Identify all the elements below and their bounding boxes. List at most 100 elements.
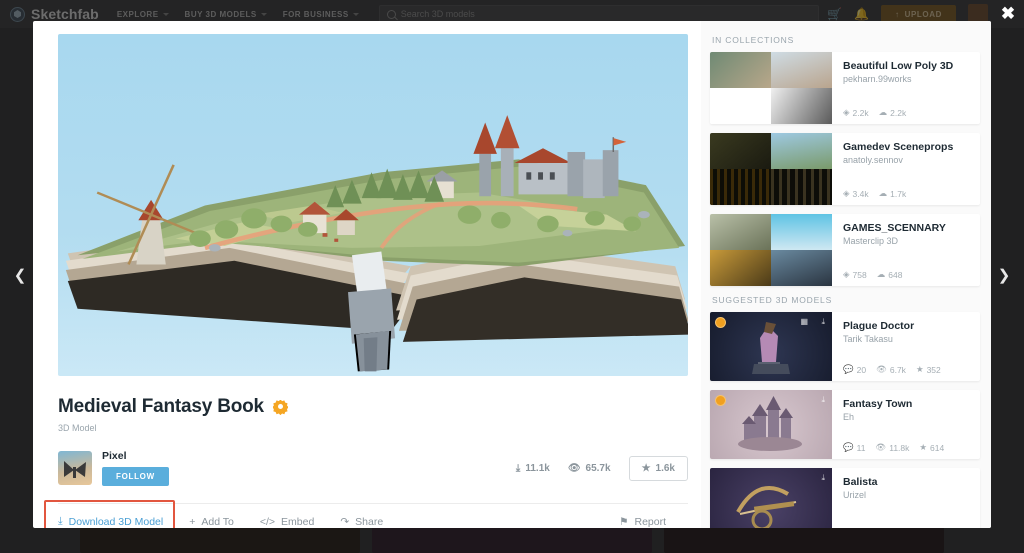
comment-count: 💬 11 [843, 442, 865, 453]
collection-card[interactable]: GAMES_SCENNARY Masterclip 3D ◈ 758 ☁ 648 [710, 214, 980, 286]
download-count-value: 11.1k [525, 462, 550, 474]
modal-sidebar[interactable]: IN COLLECTIONS Beautiful Low Poly 3D pek… [701, 21, 991, 528]
comment-icon: 💬 [843, 442, 854, 452]
suggested-author: Tarik Takasu [843, 334, 893, 344]
star-icon: ★ [915, 364, 924, 374]
embed-button[interactable]: </> Embed [260, 516, 314, 528]
thumbnail [710, 214, 771, 250]
balista-thumbnail-art [736, 486, 797, 528]
suggested-title: Fantasy Town [843, 398, 913, 410]
follower-count-value: 648 [888, 269, 903, 280]
cube-icon: ◈ [843, 269, 850, 279]
share-arrow-icon: ↷ [340, 515, 350, 528]
suggested-model-card[interactable]: ⤓ Fantasy Town Eh 💬 11 👁 11.8k ★ 614 [710, 390, 980, 459]
view-count: 👁 11.8k [875, 442, 909, 453]
add-to-button[interactable]: + Add To [189, 516, 234, 528]
collection-info: Beautiful Low Poly 3D pekharn.99works ◈ 2… [832, 52, 980, 124]
collection-title: GAMES_SCENNARY [843, 222, 946, 234]
collection-card[interactable]: Gamedev Sceneprops anatoly.sennov ◈ 3.4k … [710, 133, 980, 205]
fantasy-town-thumbnail-art [738, 396, 802, 451]
follower-count: ☁ 2.2k [879, 107, 907, 118]
collection-info: GAMES_SCENNARY Masterclip 3D ◈ 758 ☁ 648 [832, 214, 980, 286]
suggested-info: Balista Urizel [832, 468, 980, 528]
collection-card[interactable]: Beautiful Low Poly 3D pekharn.99works ◈ 2… [710, 52, 980, 124]
star-icon: ★ [919, 442, 928, 452]
suggested-stats: 💬 11 👁 11.8k ★ 614 [843, 442, 971, 453]
suggested-model-card[interactable]: ▦ ⤓ Plague Doctor Tarik Takasu 💬 20 👁 6.7k [710, 312, 980, 381]
author-name[interactable]: Pixel [102, 450, 169, 462]
collection-stats: ◈ 2.2k ☁ 2.2k [843, 107, 971, 118]
add-to-label: Add To [201, 515, 234, 528]
thumbnail [710, 88, 771, 124]
share-button[interactable]: ↷ Share [340, 516, 383, 528]
collection-thumbnails [710, 133, 832, 205]
staff-pick-badge-icon [272, 399, 288, 415]
suggested-thumbnail: ⤓ [710, 390, 832, 459]
collection-author: Masterclip 3D [843, 236, 899, 246]
download-count: ⤓ 11.1k [516, 463, 550, 474]
avatar[interactable] [58, 451, 92, 485]
thumbnail [771, 88, 832, 124]
collection-title: Beautiful Low Poly 3D [843, 60, 954, 72]
in-collections-heading: IN COLLECTIONS [712, 35, 795, 45]
modal-main-column: Medieval Fantasy Book 3D Model Pixel FOL… [33, 21, 701, 528]
model-count: ◈ 758 [843, 269, 867, 280]
author-meta: Pixel FOLLOW [102, 450, 169, 486]
like-count: ★ 352 [916, 364, 941, 375]
rss-icon: ☁ [878, 188, 888, 198]
share-label: Share [355, 515, 384, 528]
eye-icon: 👁 [567, 462, 581, 474]
view-count-value: 11.8k [889, 442, 910, 453]
next-model-arrow[interactable]: ❯ [991, 262, 1017, 288]
thumbnail [771, 52, 832, 88]
model-count-value: 758 [852, 269, 867, 280]
thumbnail [710, 169, 771, 205]
follower-count-value: 2.2k [890, 107, 907, 118]
model-count: ◈ 3.4k [843, 188, 869, 199]
download-icon: ⤓ [515, 462, 521, 474]
thumbnail [771, 214, 832, 250]
close-icon[interactable]: ✖ [999, 4, 1017, 22]
follow-button[interactable]: FOLLOW [102, 467, 169, 486]
like-count: ★ 614 [919, 442, 944, 453]
model-title-row: Medieval Fantasy Book [58, 396, 688, 418]
comment-count-value: 20 [856, 364, 867, 375]
suggested-author: Urizel [843, 490, 867, 500]
3d-model-viewer[interactable] [58, 34, 688, 376]
view-count-value: 65.7k [585, 462, 611, 474]
comment-count: 💬 20 [843, 364, 866, 375]
comment-count-value: 11 [856, 442, 866, 453]
model-count-value: 2.2k [852, 107, 869, 118]
thumbnail [771, 250, 832, 286]
collection-stats: ◈ 3.4k ☁ 1.7k [843, 188, 971, 199]
like-count-value: 614 [930, 442, 945, 453]
suggested-model-card[interactable]: ⤓ Balista Urizel [710, 468, 980, 528]
sketchfab-model-modal-screen: Sketchfab EXPLORE BUY 3D MODELS FOR BUSI… [0, 0, 1024, 553]
view-count: 👁 6.7k [876, 364, 906, 375]
comment-icon: 💬 [843, 364, 854, 374]
page-title: Medieval Fantasy Book [58, 396, 264, 417]
suggested-title: Plague Doctor [843, 320, 915, 332]
rss-icon: ☁ [878, 107, 888, 117]
collection-thumbnails [710, 52, 832, 124]
cube-icon: ◈ [843, 188, 850, 198]
report-button[interactable]: ⚑ Report [619, 516, 666, 528]
model-count-value: 3.4k [852, 188, 869, 199]
plague-doctor-thumbnail-art [752, 322, 790, 374]
suggested-thumbnail: ▦ ⤓ [710, 312, 832, 381]
suggested-stats: 💬 20 👁 6.7k ★ 352 [843, 364, 971, 375]
model-stats: ⤓ 11.1k 👁 65.7k ★ 1.6k [516, 455, 688, 481]
previous-model-arrow[interactable]: ❮ [7, 262, 33, 288]
eye-icon: 👁 [876, 364, 887, 374]
author-row: Pixel FOLLOW ⤓ 11.1k 👁 65.7k ★ 1.6k [58, 450, 688, 486]
collection-stats: ◈ 758 ☁ 648 [843, 269, 971, 280]
thumbnail [710, 52, 771, 88]
collection-title: Gamedev Sceneprops [843, 141, 954, 153]
like-button[interactable]: ★ 1.6k [628, 455, 688, 481]
suggested-info: Fantasy Town Eh 💬 11 👁 11.8k ★ 614 [832, 390, 980, 459]
plus-icon: + [189, 515, 196, 528]
medieval-fantasy-book-scene [65, 115, 688, 372]
suggested-author: Eh [843, 412, 855, 422]
avatar-image [64, 461, 86, 478]
collection-thumbnails [710, 214, 832, 286]
